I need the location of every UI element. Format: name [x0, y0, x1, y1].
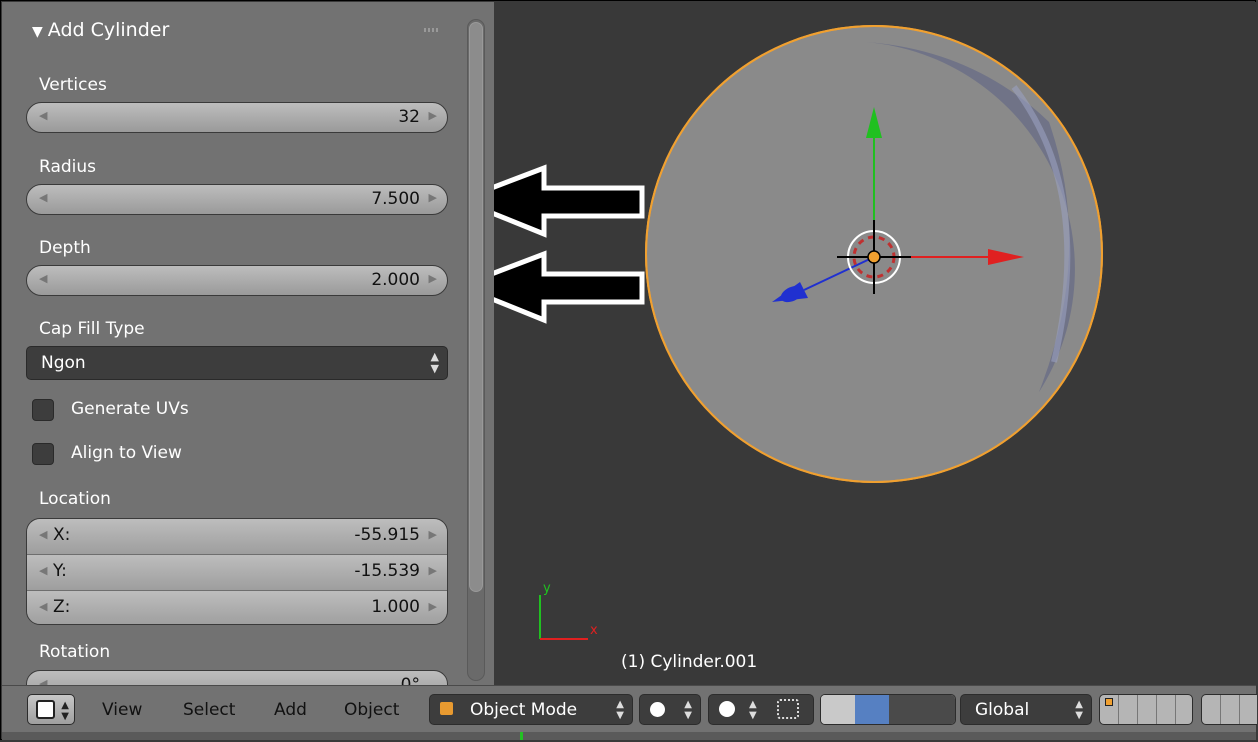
depth-value: 2.000	[371, 270, 420, 290]
decrement-arrow-icon[interactable]: ◀	[39, 600, 47, 613]
rotation-x-field[interactable]: ◀ 0°	[26, 670, 448, 685]
axis-label: Y:	[53, 561, 67, 581]
decrement-arrow-icon[interactable]: ◀	[39, 191, 47, 204]
increment-arrow-icon[interactable]: ▶	[429, 528, 437, 541]
depth-pointer-arrow	[494, 250, 645, 324]
object-mode-icon	[440, 702, 453, 715]
radius-pointer-arrow	[494, 164, 645, 238]
vertices-label: Vertices	[39, 75, 107, 95]
up-down-arrows-icon: ▲ ▼	[61, 700, 69, 722]
increment-arrow-icon[interactable]: ▶	[429, 109, 437, 122]
vertices-value: 32	[398, 107, 420, 127]
axis-label: Z:	[53, 597, 71, 617]
manipulate-center-points-icon[interactable]	[777, 699, 799, 719]
decrement-arrow-icon[interactable]: ◀	[39, 564, 47, 577]
3d-viewport[interactable]: y x (1) Cylinder.001	[494, 2, 1256, 685]
view-axis-y-label: y	[543, 581, 551, 596]
location-label: Location	[39, 489, 111, 509]
cap-fill-dropdown[interactable]: Ngon ▲ ▼	[26, 346, 448, 380]
panel-title: Add Cylinder	[47, 19, 170, 41]
operator-panel: ▼ Add Cylinder Vertices ◀ 32 ▶ Radius ◀ 7…	[2, 2, 494, 685]
layers-grid-2[interactable]	[1201, 694, 1257, 725]
generate-uvs-label: Generate UVs	[71, 399, 189, 419]
increment-arrow-icon[interactable]: ▶	[429, 600, 437, 613]
decrement-arrow-icon[interactable]: ◀	[39, 109, 47, 122]
generate-uvs-checkbox[interactable]	[32, 399, 54, 421]
rotate-manipulator-icon[interactable]	[889, 695, 924, 724]
active-layer-indicator	[1105, 698, 1113, 706]
vertices-field[interactable]: ◀ 32 ▶	[26, 102, 448, 133]
mode-value: Object Mode	[470, 700, 578, 720]
radius-field[interactable]: ◀ 7.500 ▶	[26, 184, 448, 215]
pivot-point-icon	[719, 701, 735, 717]
scale-manipulator-icon[interactable]	[923, 695, 955, 724]
view-axes-icon: y x	[539, 581, 598, 640]
radius-value: 7.500	[371, 189, 420, 209]
collapse-triangle-icon[interactable]: ▼	[32, 24, 43, 40]
viewport-canvas[interactable]: y x	[494, 2, 1256, 685]
manipulator-button-group	[820, 694, 956, 725]
location-x-value: -55.915	[354, 525, 420, 545]
location-y-value: -15.539	[354, 561, 420, 581]
increment-arrow-icon[interactable]: ▶	[429, 272, 437, 285]
location-vector: ◀ X: -55.915 ▶ ◀ Y: -15.539 ▶ ◀ Z: 1.000…	[26, 518, 448, 625]
menu-select[interactable]: Select	[183, 700, 235, 720]
menu-add[interactable]: Add	[274, 700, 307, 720]
axis-label: X:	[53, 525, 71, 545]
up-down-arrows-icon: ▲ ▼	[616, 699, 624, 721]
mode-dropdown[interactable]: Object Mode ▲ ▼	[429, 694, 633, 725]
menu-view[interactable]: View	[102, 700, 142, 720]
rotation-label: Rotation	[39, 642, 111, 662]
align-to-view-checkbox[interactable]	[32, 443, 54, 465]
panel-header[interactable]: ▼ Add Cylinder	[32, 19, 169, 41]
view-axis-x-label: x	[590, 623, 598, 638]
location-z-field[interactable]: ◀ Z: 1.000 ▶	[27, 590, 447, 624]
increment-arrow-icon[interactable]: ▶	[429, 191, 437, 204]
solid-shading-icon	[650, 702, 665, 717]
radius-label: Radius	[39, 157, 97, 177]
editor-type-button[interactable]: ▲ ▼	[27, 694, 75, 725]
up-down-arrows-icon: ▲ ▼	[430, 350, 439, 375]
viewport-header: ▲ ▼ View Select Add Object Object Mode ▲ ▼…	[2, 685, 1257, 733]
up-down-arrows-icon: ▲ ▼	[749, 699, 757, 721]
location-y-field[interactable]: ◀ Y: -15.539 ▶	[27, 554, 447, 590]
pivot-point-dropdown[interactable]: ▲ ▼	[708, 694, 814, 725]
increment-arrow-icon[interactable]: ▶	[429, 564, 437, 577]
depth-field[interactable]: ◀ 2.000 ▶	[26, 265, 448, 296]
up-down-arrows-icon: ▲ ▼	[1075, 699, 1083, 721]
scrollbar-thumb[interactable]	[469, 22, 483, 592]
layers-grid-1[interactable]	[1099, 694, 1193, 725]
decrement-arrow-icon[interactable]: ◀	[39, 528, 47, 541]
transform-orientation-dropdown[interactable]: Global ▲ ▼	[960, 694, 1092, 725]
cap-fill-label: Cap Fill Type	[39, 319, 145, 339]
location-x-field[interactable]: ◀ X: -55.915 ▶	[27, 519, 447, 554]
viewport-shading-dropdown[interactable]: ▲ ▼	[639, 694, 701, 725]
timeline-strip	[2, 732, 1256, 740]
translate-manipulator-icon[interactable]	[855, 695, 890, 724]
align-to-view-label: Align to View	[71, 443, 182, 463]
manipulator-toggle-icon[interactable]	[821, 695, 856, 724]
decrement-arrow-icon[interactable]: ◀	[39, 677, 47, 685]
rotation-x-value: 0°	[400, 675, 420, 685]
location-z-value: 1.000	[371, 597, 420, 617]
menu-object[interactable]: Object	[344, 700, 399, 720]
depth-label: Depth	[39, 238, 91, 258]
up-down-arrows-icon: ▲ ▼	[684, 699, 692, 721]
panel-scrollbar[interactable]	[467, 19, 485, 681]
cube-icon	[36, 700, 55, 719]
orientation-value: Global	[975, 700, 1030, 720]
object-info-label: (1) Cylinder.001	[621, 652, 758, 672]
current-frame-marker	[520, 732, 523, 740]
cap-fill-value: Ngon	[41, 353, 86, 373]
drag-grip-icon[interactable]	[424, 28, 440, 32]
decrement-arrow-icon[interactable]: ◀	[39, 272, 47, 285]
